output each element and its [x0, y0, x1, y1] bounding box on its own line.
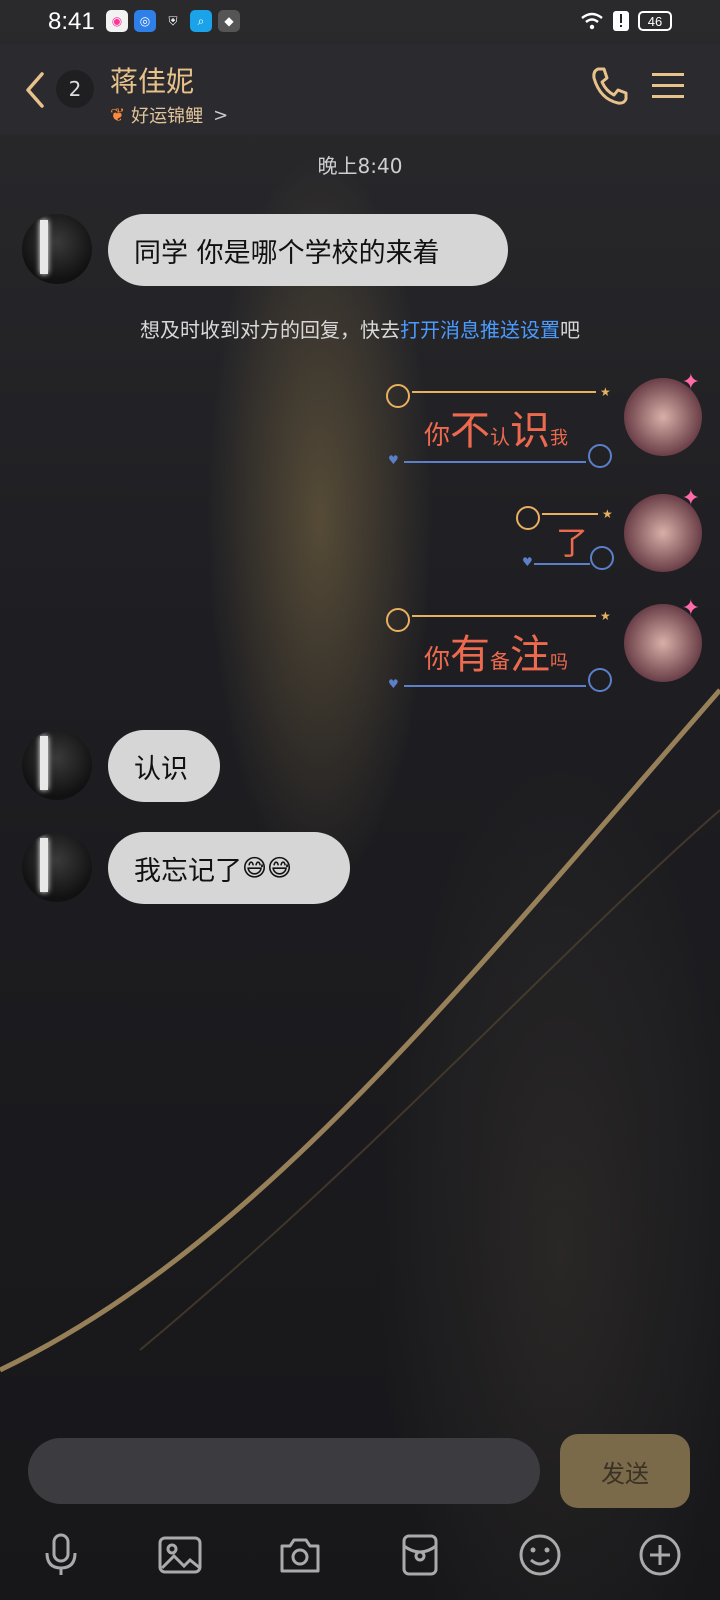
- char: 备: [490, 649, 511, 673]
- my-avatar[interactable]: ✦: [624, 596, 702, 682]
- bow-icon: ✦: [681, 596, 700, 621]
- contact-status[interactable]: ❦ 好运锦鲤 >: [110, 102, 228, 128]
- app-notification-icon: ◉: [106, 10, 128, 32]
- svg-text:★: ★: [602, 507, 613, 521]
- unread-count-badge[interactable]: 2: [56, 70, 94, 108]
- decorated-message-text: 你不认识我: [424, 398, 568, 456]
- emoji-icon[interactable]: [515, 1530, 565, 1580]
- contact-status-label: 好运锦鲤: [131, 106, 204, 127]
- char: 注: [510, 632, 551, 678]
- svg-text:★: ★: [600, 385, 611, 399]
- battery-indicator: 46: [638, 11, 672, 31]
- svg-text:♥: ♥: [388, 677, 399, 691]
- decorated-message-text: 了: [556, 524, 589, 562]
- decorated-message-bubble[interactable]: ★ ♥ 你不认识我: [386, 376, 616, 472]
- shield-notification-icon: ⛨: [168, 13, 178, 28]
- status-time: 8:41: [48, 8, 95, 35]
- plus-icon[interactable]: [635, 1530, 685, 1580]
- status-bar: 8:41 ◉ ◎ ⛨ ⌕ ◆ 46: [0, 0, 720, 44]
- char: 你: [424, 645, 451, 675]
- decorated-message-text: 你有备注吗: [424, 622, 568, 680]
- game-notification-icon: ◆: [218, 10, 240, 32]
- char: 我: [550, 428, 569, 449]
- bow-icon: ✦: [681, 486, 700, 511]
- message-timestamp: 晚上8:40: [317, 154, 403, 178]
- message-input[interactable]: [28, 1438, 540, 1504]
- contact-avatar[interactable]: [22, 730, 92, 800]
- my-avatar[interactable]: ✦: [624, 370, 702, 456]
- browser-notification-icon: ◎: [134, 10, 156, 32]
- alert-icon: [613, 11, 629, 31]
- wifi-icon: [581, 12, 603, 30]
- message-bubble[interactable]: 认识: [108, 730, 220, 802]
- menu-icon[interactable]: [652, 72, 684, 100]
- contact-name[interactable]: 蒋佳妮: [110, 60, 194, 100]
- push-settings-link[interactable]: 打开消息推送设置: [400, 318, 560, 342]
- search-notification-icon: ⌕: [190, 10, 212, 32]
- chat-header: 2 蒋佳妮 ❦ 好运锦鲤 >: [0, 44, 720, 134]
- camera-icon[interactable]: [275, 1530, 325, 1580]
- koi-icon: ❦: [110, 104, 126, 126]
- notice-text: 想及时收到对方的回复，快去: [140, 318, 400, 342]
- image-icon[interactable]: [155, 1530, 205, 1580]
- chevron-right-icon: >: [213, 104, 229, 126]
- back-arrow-icon[interactable]: [22, 70, 48, 110]
- char: 吗: [550, 652, 569, 673]
- svg-text:♥: ♥: [522, 555, 533, 569]
- system-icons: 46: [580, 10, 672, 32]
- emoji: 😅😅: [242, 854, 293, 882]
- char: 认: [490, 425, 511, 449]
- phone-icon[interactable]: [590, 66, 628, 106]
- message-bubble[interactable]: 同学 你是哪个学校的来着: [108, 214, 508, 286]
- svg-text:★: ★: [600, 609, 611, 623]
- char: 你: [424, 421, 451, 451]
- send-button[interactable]: 发送: [560, 1434, 690, 1508]
- svg-text:♥: ♥: [388, 453, 399, 467]
- notification-icons: ◉ ◎ ⛨ ⌕ ◆: [106, 10, 240, 32]
- char: 有: [450, 632, 491, 678]
- char: 不: [450, 408, 491, 454]
- contact-avatar[interactable]: [22, 214, 92, 284]
- message-text: 我忘记了: [134, 855, 242, 887]
- input-toolbar: [0, 1530, 720, 1580]
- decorated-message-bubble[interactable]: ★ ♥ 了: [516, 498, 616, 574]
- red-packet-icon[interactable]: [395, 1530, 445, 1580]
- char: 识: [510, 408, 551, 454]
- decorated-message-bubble[interactable]: ★ ♥ 你有备注吗: [386, 600, 616, 696]
- push-notification-notice: 想及时收到对方的回复，快去打开消息推送设置吧: [0, 314, 720, 343]
- microphone-icon[interactable]: [36, 1530, 86, 1580]
- bow-icon: ✦: [681, 370, 700, 395]
- contact-avatar[interactable]: [22, 832, 92, 902]
- notice-text-end: 吧: [560, 318, 580, 342]
- message-bubble[interactable]: 我忘记了 😅😅: [108, 832, 350, 904]
- my-avatar[interactable]: ✦: [624, 486, 702, 572]
